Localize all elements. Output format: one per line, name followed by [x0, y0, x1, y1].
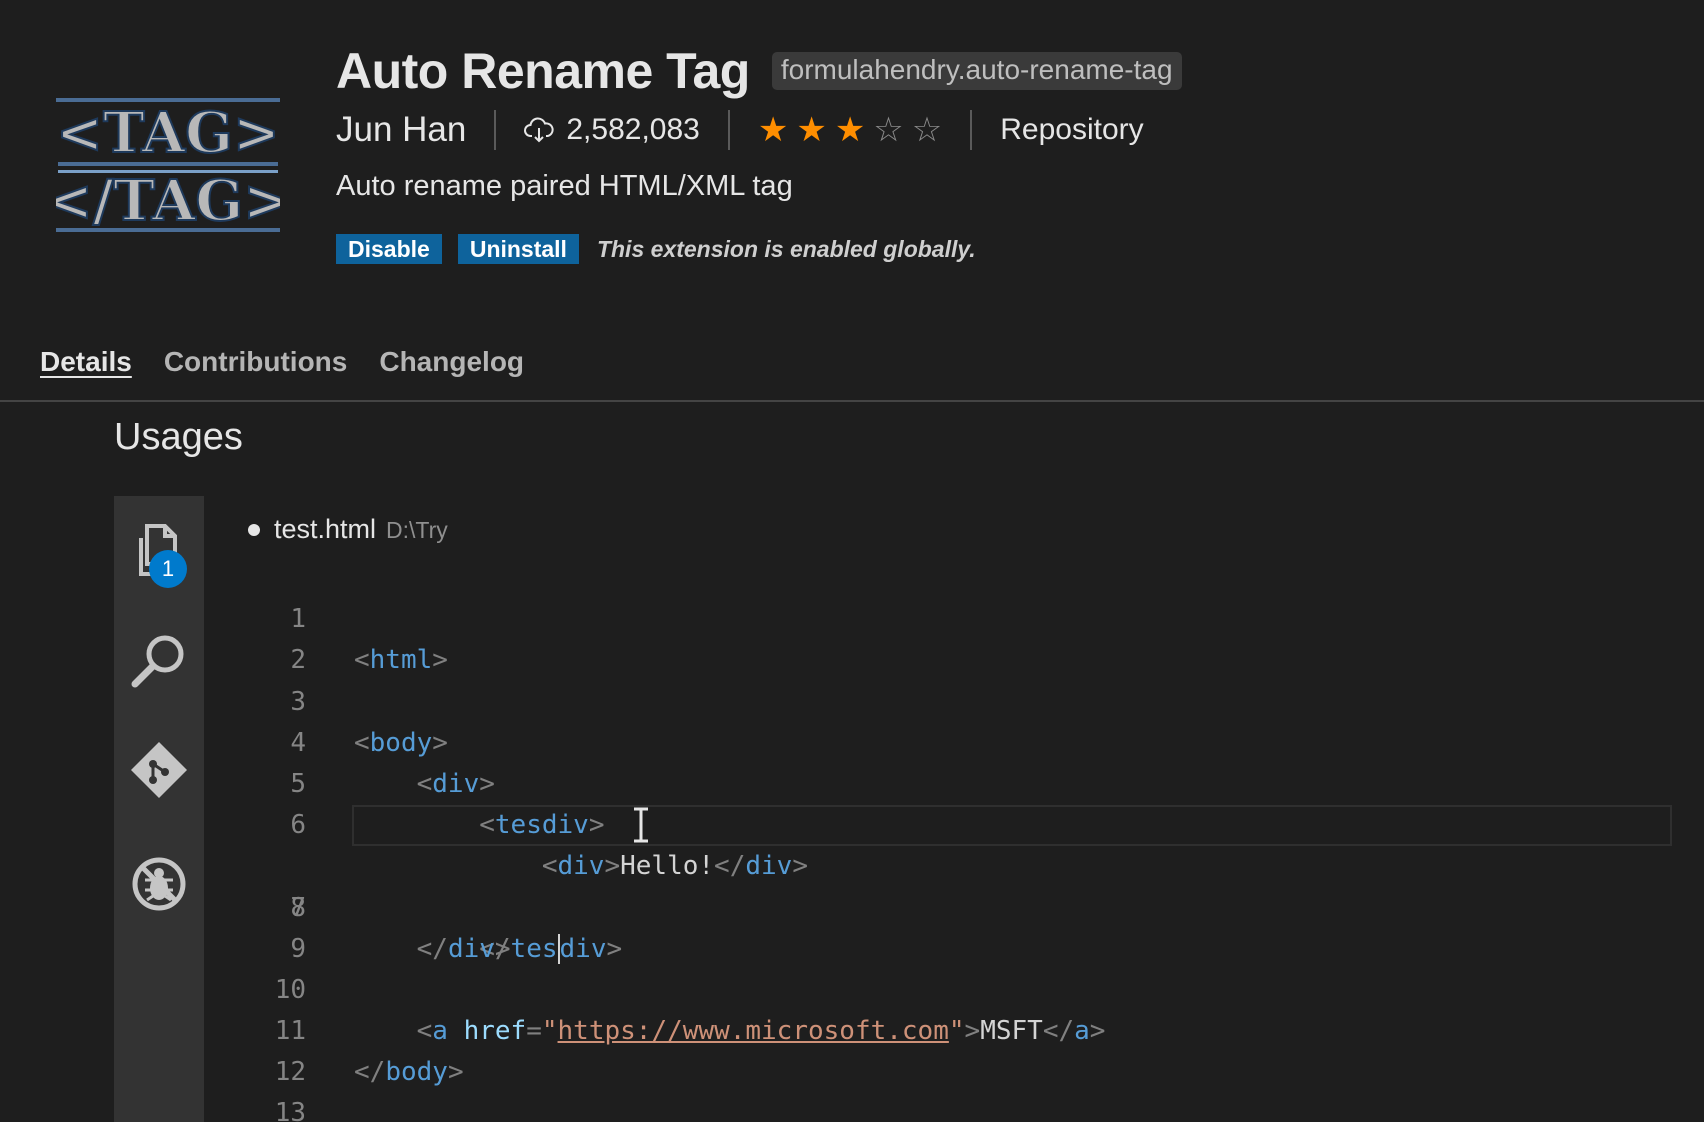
cloud-download-icon: [524, 117, 554, 143]
extension-description: Auto rename paired HTML/XML tag: [336, 170, 793, 202]
code-line: 1 <html>: [114, 558, 1704, 675]
meta-row: Jun Han 2,582,083 ★ ★ ★ ☆ ☆ Repository: [336, 108, 1144, 152]
usage-preview-image: 1 test.html D:\Try 1 <html> 2 3 <body> 4…: [114, 496, 1704, 1122]
extension-identifier: formulahendry.auto-rename-tag: [771, 52, 1182, 90]
code-editor[interactable]: 1 <html> 2 3 <body> 4 <div> 5 <tesdiv> 6…: [114, 558, 1704, 1122]
enablement-status: This extension is enabled globally.: [596, 235, 976, 262]
title-row: Auto Rename Tag formulahendry.auto-renam…: [336, 42, 1182, 100]
code-line: 2: [114, 599, 1704, 675]
star-empty-icon[interactable]: ☆: [873, 110, 903, 150]
star-filled-icon[interactable]: ★: [835, 110, 865, 150]
uninstall-button[interactable]: Uninstall: [457, 234, 579, 264]
code-line: 10 <a href="https://www.microsoft.com">M…: [114, 929, 1704, 1046]
rating-stars[interactable]: ★ ★ ★ ☆ ☆: [758, 110, 942, 150]
star-filled-icon[interactable]: ★: [758, 110, 788, 150]
logo-line-2: </TAG>: [56, 168, 280, 234]
ibeam-cursor-icon: [634, 807, 648, 843]
line-number: 13: [274, 1098, 306, 1122]
separator: [494, 110, 497, 150]
separator: [727, 110, 730, 150]
action-bar: Disable Uninstall This extension is enab…: [336, 234, 976, 264]
file-path: D:\Try: [386, 517, 448, 543]
unsaved-indicator: [248, 523, 260, 536]
code-line: 13 </html>: [114, 1052, 1704, 1122]
code-line: 9: [114, 888, 1704, 964]
extension-name: Auto Rename Tag: [336, 43, 750, 99]
code-line: 12: [114, 1011, 1704, 1087]
tab-contributions[interactable]: Contributions: [164, 346, 348, 378]
tab-divider: [0, 400, 1704, 402]
current-line-highlight: [352, 805, 1672, 847]
install-count-value: 2,582,083: [566, 113, 700, 146]
disable-button[interactable]: Disable: [336, 234, 442, 264]
extension-logo: <TAG> </TAG>: [56, 98, 280, 235]
star-empty-icon[interactable]: ☆: [912, 110, 942, 150]
publisher-name[interactable]: Jun Han: [336, 110, 466, 150]
star-filled-icon[interactable]: ★: [796, 110, 826, 150]
code-line: 3 <body>: [114, 640, 1704, 758]
code-line: 4 <div>: [114, 682, 1704, 799]
tab-details[interactable]: Details: [40, 346, 132, 378]
repository-link[interactable]: Repository: [1000, 113, 1143, 147]
logo-line-1: <TAG>: [56, 100, 280, 166]
code-line: 6 <div>Hello!</div>: [114, 764, 1704, 881]
usages-heading: Usages: [114, 416, 243, 458]
editor-tab[interactable]: test.html D:\Try: [248, 514, 448, 545]
separator: [970, 110, 973, 150]
code-line: 5 <tesdiv>: [114, 723, 1704, 840]
code-line-current: 7 </tesdiv>: [114, 805, 1704, 965]
details-tabs: Details Contributions Changelog: [40, 346, 524, 378]
code-line: 11 </body>: [114, 970, 1704, 1087]
tab-changelog[interactable]: Changelog: [379, 346, 524, 378]
install-count: 2,582,083: [524, 113, 700, 147]
code-line: 8 </div>: [114, 846, 1704, 964]
file-name: test.html: [274, 514, 377, 544]
